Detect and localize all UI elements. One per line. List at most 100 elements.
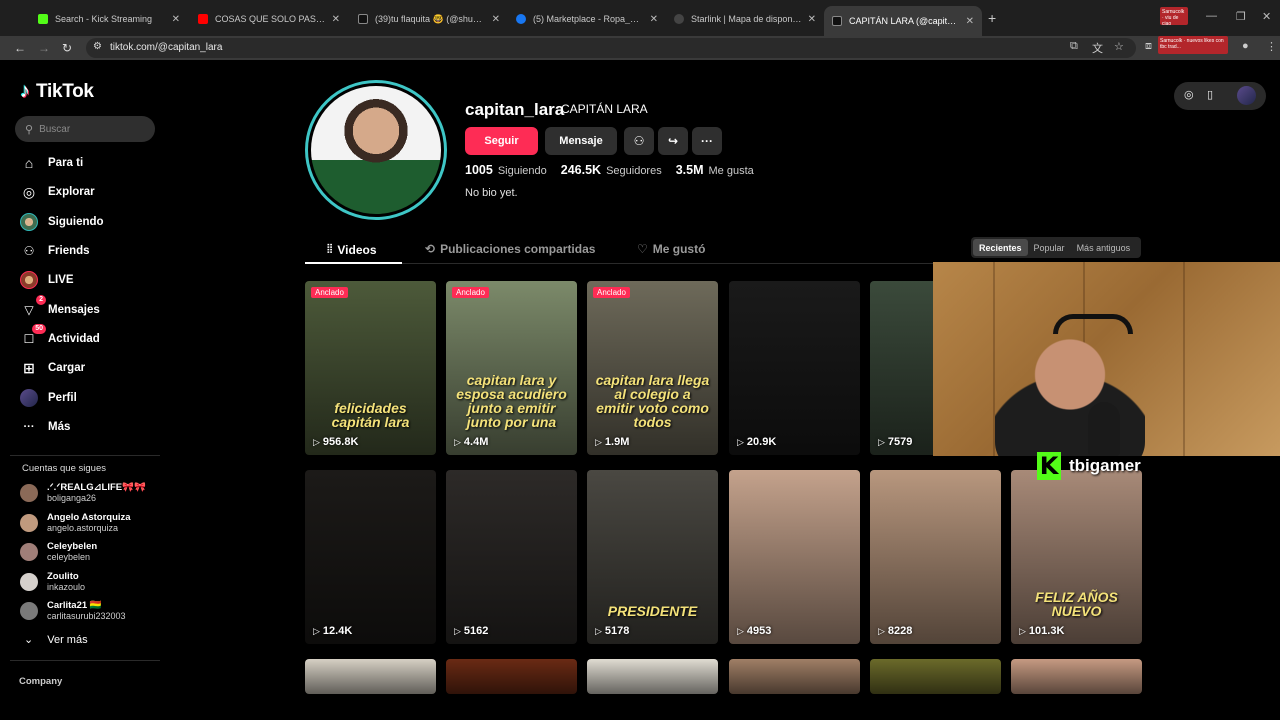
tab-videos[interactable]: ⦙⦙ Videos — [327, 242, 377, 257]
sidebar-item-actividad[interactable]: ☐ 50 Actividad — [20, 324, 100, 349]
stat-following[interactable]: 1005 Siguiendo — [465, 163, 547, 177]
search-box[interactable]: ⚲ — [15, 116, 155, 142]
more-options-button[interactable]: ··· — [692, 127, 722, 155]
see-more-button[interactable]: ⌄ Ver más — [24, 633, 88, 647]
messages-icon: ▽ 2 — [20, 295, 46, 319]
browser-menu-icon[interactable]: ⋮ — [1266, 40, 1277, 53]
back-icon[interactable]: ← — [14, 41, 26, 55]
url-field[interactable] — [86, 38, 1136, 58]
tiktok-favicon-icon — [358, 14, 368, 24]
user-avatar[interactable] — [1237, 86, 1256, 105]
sidebar-item-live[interactable]: LIVE — [20, 270, 74, 290]
sidebar-item-friends[interactable]: ⚇ Friends — [20, 241, 90, 261]
sidebar-item-mensajes[interactable]: ▽ 2 Mensajes — [20, 295, 100, 320]
sidebar-item-mas[interactable]: ··· Más — [20, 417, 71, 437]
sidebar-item-explorar[interactable]: ◎ Explorar — [20, 182, 95, 202]
close-window-icon[interactable]: ✕ — [1262, 10, 1271, 23]
video-caption: FELIZ AÑOS NUEVO — [1035, 589, 1118, 619]
activity-badge: 50 — [32, 324, 46, 334]
close-tab-icon[interactable]: ✕ — [808, 14, 816, 25]
followed-account[interactable]: Zoulito inkazoulo — [20, 571, 85, 593]
browser-tab[interactable]: (39)tu flaquita 🤓 (@shuanny0 ✕ — [350, 6, 508, 32]
browser-profile-icon[interactable]: ● — [1242, 40, 1249, 52]
site-info-icon[interactable]: ⚙ — [93, 41, 102, 52]
video-card[interactable]: ▷ 20.9K — [729, 281, 860, 455]
tab-reposts[interactable]: ⟲ Publicaciones compartidas — [425, 242, 595, 256]
reload-icon[interactable]: ↻ — [62, 41, 72, 55]
notification-popup: Sarnucolk · nuevos likes con tbc trad... — [1158, 36, 1228, 54]
video-card[interactable]: ▷ 5162 — [446, 470, 577, 644]
video-card[interactable] — [1011, 659, 1142, 694]
video-card[interactable] — [870, 659, 1001, 694]
live-avatar-icon — [20, 271, 38, 289]
video-card[interactable]: ▷ 12.4K — [305, 470, 436, 644]
suggested-accounts-button[interactable]: ⚇ — [624, 127, 654, 155]
video-card[interactable] — [729, 659, 860, 694]
new-tab-button[interactable]: + — [988, 10, 996, 26]
maximize-icon[interactable]: ❐ — [1236, 10, 1246, 23]
install-app-icon[interactable]: ⧉ — [1070, 40, 1078, 53]
extensions-icon[interactable]: ⧈ — [1145, 40, 1152, 53]
url-text[interactable]: tiktok.com/@capitan_lara — [110, 42, 222, 53]
browser-tab[interactable]: Starlink | Mapa de disponibilid ✕ — [666, 6, 824, 32]
minimize-icon[interactable]: — — [1206, 10, 1217, 22]
video-card[interactable]: FELIZ AÑOS NUEVO ▷ 101.3K — [1011, 470, 1142, 644]
sort-popular[interactable]: Popular — [1028, 239, 1071, 256]
message-button[interactable]: Mensaje — [545, 127, 617, 155]
video-card[interactable] — [446, 659, 577, 694]
browser-tab[interactable]: (5) Marketplace - Ropa_Dc.con ✕ — [508, 6, 666, 32]
messages-badge: 2 — [36, 295, 46, 305]
video-caption: felicidades capitán lara — [331, 400, 410, 430]
compass-icon: ◎ — [22, 183, 36, 200]
compass-icon[interactable]: ◎ — [1184, 88, 1194, 101]
close-tab-icon[interactable]: ✕ — [650, 14, 658, 25]
video-card[interactable]: PRESIDENTE ▷ 5178 — [587, 470, 718, 644]
followed-account[interactable]: Angelo Astorquiza angelo.astorquiza — [20, 512, 131, 534]
video-card[interactable]: ▷ 8228 — [870, 470, 1001, 644]
sidebar-item-cargar[interactable]: ⊞ Cargar — [20, 358, 85, 378]
video-card[interactable] — [305, 659, 436, 694]
close-tab-icon[interactable]: ✕ — [172, 14, 180, 25]
close-tab-icon[interactable]: ✕ — [966, 16, 974, 27]
view-count: ▷ 5162 — [454, 625, 489, 637]
tiktok-logo[interactable]: ♪ TikTok — [20, 80, 94, 103]
stat-followers[interactable]: 246.5K Seguidores — [561, 163, 662, 177]
tab-liked[interactable]: ♡ Me gustó — [637, 242, 705, 256]
browser-tab[interactable]: Search - Kick Streaming ✕ — [30, 6, 188, 32]
followed-account[interactable]: .ᐟ.ᐟREALG⊿LIFE🎀🎀 boliganga26 — [20, 482, 146, 504]
browser-tab-active[interactable]: CAPITÁN LARA (@capitan_lara) ✕ — [824, 6, 982, 36]
followed-account[interactable]: Celeybelen celeybelen — [20, 541, 97, 563]
sort-recent[interactable]: Recientes — [973, 239, 1028, 256]
play-icon: ▷ — [737, 625, 744, 636]
followed-account[interactable]: Carlita21 🇧🇴 carlitasurubi232003 — [20, 600, 126, 622]
video-caption: capitan lara llega al colegio a emitir v… — [595, 372, 710, 430]
video-card[interactable]: ▷ 4953 — [729, 470, 860, 644]
sidebar-item-siguiendo[interactable]: Siguiendo — [20, 212, 104, 232]
tiktok-note-icon: ♪ — [20, 80, 30, 102]
profile-avatar[interactable] — [305, 80, 447, 220]
video-card[interactable]: Anclado capitan lara y esposa acudiero ju… — [446, 281, 577, 455]
sidebar-item-perfil[interactable]: Perfil — [20, 388, 77, 408]
view-count: ▷ 956.8K — [313, 436, 359, 448]
translate-icon[interactable]: 文 — [1092, 40, 1103, 56]
search-input[interactable] — [39, 123, 140, 135]
video-card[interactable]: Anclado capitan lara llega al colegio a e… — [587, 281, 718, 455]
sidebar-item-para-ti[interactable]: ⌂ Para ti — [20, 153, 83, 173]
follow-button[interactable]: Seguir — [465, 127, 538, 155]
sort-oldest[interactable]: Más antiguos — [1071, 239, 1137, 256]
starlink-favicon-icon — [674, 14, 684, 24]
company-link[interactable]: Company — [19, 676, 62, 687]
video-card[interactable] — [587, 659, 718, 694]
bookmark-star-icon[interactable]: ☆ — [1114, 40, 1124, 53]
close-tab-icon[interactable]: ✕ — [492, 14, 500, 25]
view-count: ▷ 7579 — [878, 436, 913, 448]
close-tab-icon[interactable]: ✕ — [332, 14, 340, 25]
share-button[interactable]: ↪ — [658, 127, 688, 155]
video-card[interactable]: Anclado felicidades capitán lara ▷ 956.8K — [305, 281, 436, 455]
device-icon[interactable]: ▯ — [1207, 88, 1213, 101]
browser-tab-bar: Search - Kick Streaming ✕ COSAS QUE SOLO… — [0, 0, 1280, 36]
play-icon: ▷ — [595, 625, 602, 636]
kick-logo-icon: K — [1037, 452, 1061, 480]
forward-icon[interactable]: → — [38, 41, 50, 55]
browser-tab[interactable]: COSAS QUE SOLO PASAN EN B ✕ — [190, 6, 348, 32]
